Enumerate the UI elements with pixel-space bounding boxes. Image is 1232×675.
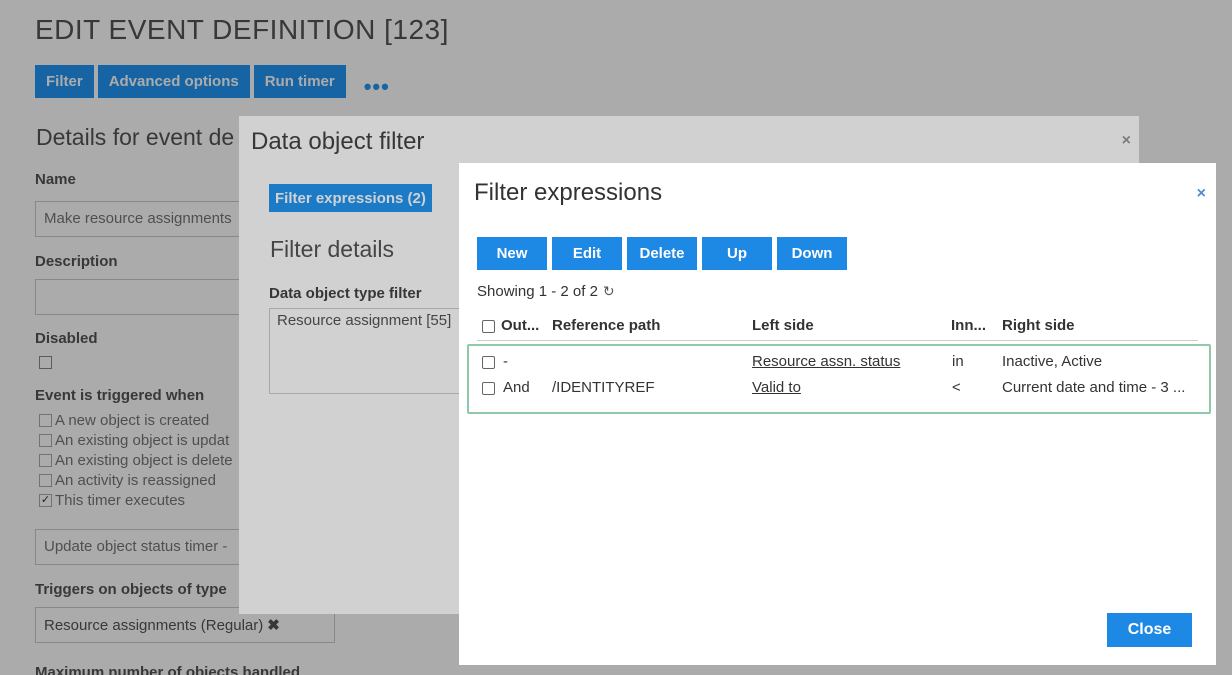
edit-button[interactable]: Edit — [552, 237, 622, 270]
grid-header: Out... Reference path Left side Inn... R… — [477, 313, 1198, 341]
table-row[interactable]: - Resource assn. status in Inactive, Act… — [469, 350, 1209, 374]
table-row[interactable]: And /IDENTITYREF Valid to < Current date… — [469, 376, 1209, 400]
column-header-inner[interactable]: Inn... — [951, 317, 986, 334]
cell-operator: And — [503, 379, 530, 396]
grid-body: - Resource assn. status in Inactive, Act… — [467, 344, 1211, 414]
select-all-checkbox[interactable] — [482, 320, 495, 333]
cell-right-side: Current date and time - 3 ... — [1002, 379, 1186, 396]
close-icon[interactable]: × — [1197, 185, 1206, 203]
cell-inner: in — [952, 353, 964, 370]
cell-left-side-link[interactable]: Valid to — [752, 379, 801, 396]
cell-left-side-link[interactable]: Resource assn. status — [752, 353, 900, 370]
paging-info: Showing 1 - 2 of 2 ↻ — [477, 283, 615, 300]
cell-inner: < — [952, 379, 961, 396]
expressions-toolbar: New Edit Delete Up Down — [477, 237, 847, 270]
row-checkbox[interactable] — [482, 356, 495, 369]
showing-text: Showing 1 - 2 of 2 — [477, 283, 598, 300]
row-checkbox[interactable] — [482, 382, 495, 395]
cell-operator: - — [503, 353, 508, 370]
delete-button[interactable]: Delete — [627, 237, 697, 270]
cell-reference-path: /IDENTITYREF — [552, 379, 655, 396]
close-button[interactable]: Close — [1107, 613, 1192, 647]
up-button[interactable]: Up — [702, 237, 772, 270]
new-button[interactable]: New — [477, 237, 547, 270]
column-header-left-side[interactable]: Left side — [752, 317, 814, 334]
dialog-title: Filter expressions — [474, 179, 663, 206]
refresh-icon[interactable]: ↻ — [603, 283, 615, 300]
down-button[interactable]: Down — [777, 237, 847, 270]
cell-right-side: Inactive, Active — [1002, 353, 1103, 370]
column-header-right-side[interactable]: Right side — [1002, 317, 1075, 334]
filter-expressions-dialog: Filter expressions × New Edit Delete Up … — [459, 163, 1216, 665]
column-header-out[interactable]: Out... — [501, 317, 539, 334]
column-header-reference-path[interactable]: Reference path — [552, 317, 660, 334]
